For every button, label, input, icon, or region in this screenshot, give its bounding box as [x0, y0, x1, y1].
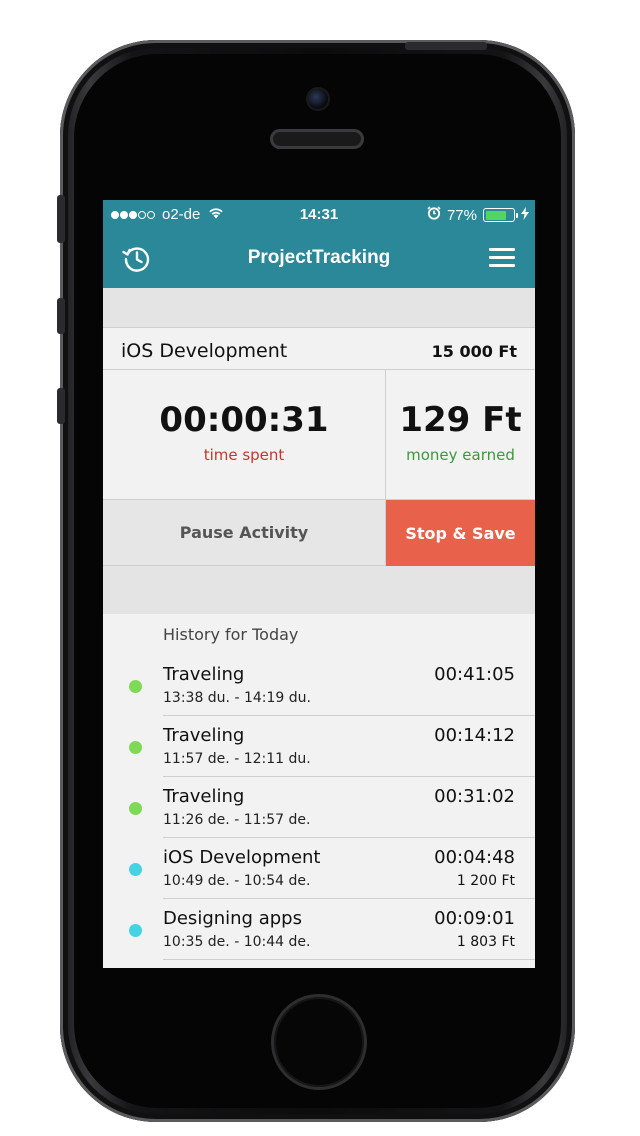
- history-item[interactable]: iOS Development 10:49 de. - 10:54 de. 00…: [103, 838, 535, 899]
- category-dot-icon: [129, 680, 142, 693]
- category-dot-icon: [129, 741, 142, 754]
- volume-down-button: [57, 388, 65, 424]
- battery-percent: 77%: [446, 206, 477, 224]
- history-item-duration: 00:31:02: [434, 786, 515, 807]
- history-item-range: 10:49 de. - 10:54 de.: [163, 873, 311, 889]
- power-button: [405, 42, 487, 50]
- mute-switch: [57, 195, 65, 243]
- stats-panel: 00:00:31 time spent 129 Ft money earned: [103, 370, 535, 500]
- hamburger-menu-icon[interactable]: [489, 248, 515, 268]
- time-spent-panel: 00:00:31 time spent: [103, 370, 386, 500]
- history-item-range: 10:35 de. - 10:44 de.: [163, 934, 311, 950]
- history-item-duration: 00:14:12: [434, 725, 515, 746]
- alarm-clock-icon: [427, 206, 441, 224]
- status-right: 77%: [427, 206, 529, 224]
- pause-activity-button[interactable]: Pause Activity: [103, 500, 386, 566]
- earpiece-speaker: [270, 129, 364, 149]
- history-item[interactable]: Traveling 11:57 de. - 12:11 du. 00:14:12: [103, 716, 535, 777]
- current-project-row[interactable]: iOS Development 15 000 Ft: [103, 328, 535, 370]
- money-earned-panel: 129 Ft money earned: [386, 370, 535, 500]
- history-item-duration: 00:04:48: [434, 847, 515, 868]
- nav-bar: ProjectTracking: [103, 230, 535, 288]
- divider: [163, 959, 535, 960]
- history-list: Traveling 13:38 du. - 14:19 du. 00:41:05…: [103, 655, 535, 960]
- project-rate: 15 000 Ft: [431, 342, 517, 361]
- spacer-band: [103, 288, 535, 328]
- time-spent-value: 00:00:31: [159, 400, 329, 440]
- history-item-money: 1 200 Ft: [456, 873, 515, 889]
- battery-icon: [483, 208, 518, 222]
- history-item-name: Designing apps: [163, 908, 302, 929]
- history-item[interactable]: Traveling 11:26 de. - 11:57 de. 00:31:02: [103, 777, 535, 838]
- history-item-duration: 00:09:01: [434, 908, 515, 929]
- spacer-band: [103, 566, 535, 614]
- history-item-range: 11:26 de. - 11:57 de.: [163, 812, 311, 828]
- page-title: ProjectTracking: [247, 247, 391, 268]
- history-item-name: iOS Development: [163, 847, 321, 868]
- charging-bolt-icon: [521, 206, 529, 224]
- history-item-range: 13:38 du. - 14:19 du.: [163, 690, 311, 706]
- history-item-range: 11:57 de. - 12:11 du.: [163, 751, 311, 767]
- money-earned-label: money earned: [406, 446, 515, 464]
- action-buttons: Pause Activity Stop & Save: [103, 500, 535, 566]
- category-dot-icon: [129, 863, 142, 876]
- status-bar: o2-de 14:31 77%: [103, 200, 535, 230]
- history-item-name: Traveling: [163, 725, 245, 746]
- history-item[interactable]: Designing apps 10:35 de. - 10:44 de. 00:…: [103, 899, 535, 960]
- stop-and-save-button[interactable]: Stop & Save: [386, 500, 535, 566]
- project-name: iOS Development: [121, 340, 288, 362]
- history-item-money: 1 803 Ft: [456, 934, 515, 950]
- time-spent-label: time spent: [203, 446, 285, 464]
- money-earned-value: 129 Ft: [399, 400, 522, 440]
- front-camera: [308, 89, 328, 109]
- volume-up-button: [57, 298, 65, 334]
- home-button[interactable]: [274, 997, 364, 1087]
- category-dot-icon: [129, 924, 142, 937]
- history-item-name: Traveling: [163, 786, 245, 807]
- app-screen: o2-de 14:31 77% ProjectTracking iOS Deve…: [103, 200, 535, 968]
- history-item-duration: 00:41:05: [434, 664, 515, 685]
- history-item[interactable]: Traveling 13:38 du. - 14:19 du. 00:41:05: [103, 655, 535, 716]
- history-item-name: Traveling: [163, 664, 245, 685]
- history-header: History for Today: [163, 625, 299, 644]
- category-dot-icon: [129, 802, 142, 815]
